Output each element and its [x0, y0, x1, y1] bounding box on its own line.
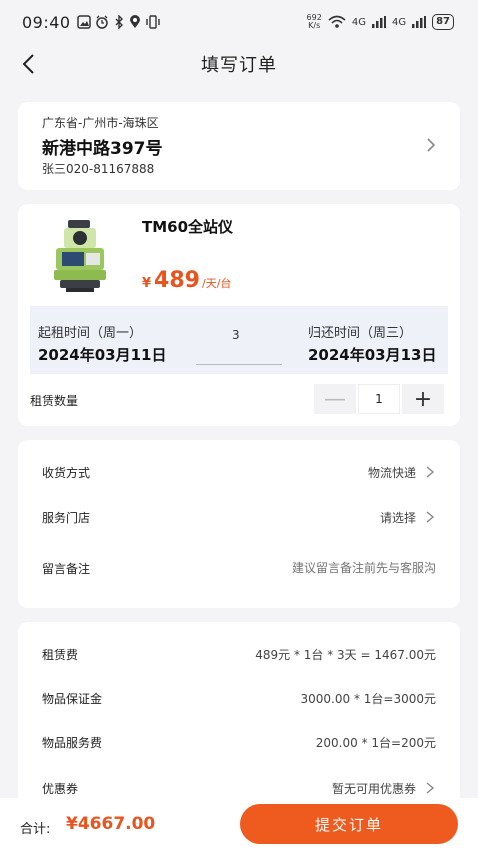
- status-left: 09:40: [22, 13, 161, 32]
- signal-icon: [371, 16, 386, 28]
- total-label: 合计:: [20, 822, 51, 837]
- signal-icon-2: [412, 16, 427, 28]
- note-input[interactable]: [236, 561, 436, 575]
- chevron-left-icon: [22, 54, 34, 74]
- vibrate-icon: [145, 15, 160, 29]
- service-fee-label: 物品服务费: [42, 735, 103, 750]
- rental-date-panel: 起租时间（周一） 2024年03月11日 3 归还时间（周三） 2024年03月…: [30, 306, 448, 374]
- bluetooth-icon: [115, 15, 123, 29]
- price-value: 489: [154, 268, 200, 293]
- delivery-label: 收货方式: [42, 465, 91, 480]
- price-row: ¥ 489 /天/台: [142, 268, 231, 293]
- rent-fee-row: 租赁费 489元 * 1台 * 3天 = 1467.00元: [42, 642, 436, 666]
- coupon-value: 暂无可用优惠券: [331, 781, 416, 796]
- rental-days: 3: [232, 328, 240, 342]
- service-fee-value: 200.00 * 1台=200元: [315, 735, 436, 750]
- options-card: 收货方式 物流快递 服务门店 请选择 留言备注: [18, 440, 460, 608]
- chevron-right-icon: [426, 782, 435, 794]
- delivery-row[interactable]: 收货方式 物流快递: [42, 460, 436, 484]
- days-divider: [196, 364, 282, 365]
- coupon-row[interactable]: 优惠券 暂无可用优惠券: [42, 776, 436, 800]
- delivery-value-wrap: 物流快递: [368, 464, 436, 481]
- chevron-right-icon: [426, 466, 435, 478]
- price-symbol: ¥: [142, 276, 152, 291]
- address-contact: 张三020-81167888: [42, 162, 155, 176]
- end-date-label: 归还时间（周三）: [308, 326, 413, 341]
- store-label: 服务门店: [42, 510, 91, 525]
- address-card[interactable]: 广东省-广州市-海珠区 新港中路397号 张三020-81167888: [18, 102, 460, 190]
- chevron-right-icon: [426, 511, 435, 523]
- location-icon: [129, 15, 140, 28]
- status-bar: 09:40 692 K/s 4G 4G 87: [0, 0, 478, 44]
- quantity-stepper: — 1 +: [314, 384, 444, 414]
- store-value: 请选择: [379, 510, 416, 525]
- signal-4g-2: 4G: [391, 16, 407, 28]
- submit-order-button[interactable]: 提交订单: [240, 804, 458, 844]
- coupon-label: 优惠券: [42, 781, 79, 796]
- note-label: 留言备注: [42, 561, 91, 576]
- coupon-value-wrap: 暂无可用优惠券: [332, 780, 436, 797]
- product-name: TM60全站仪: [142, 218, 234, 236]
- increase-button[interactable]: +: [402, 384, 444, 414]
- price-unit: /天/台: [201, 277, 232, 290]
- delivery-value: 物流快递: [367, 465, 416, 480]
- address-region: 广东省-广州市-海珠区: [42, 116, 159, 130]
- chevron-right-icon: [427, 138, 436, 152]
- service-fee-row: 物品服务费 200.00 * 1台=200元: [42, 730, 436, 754]
- end-date-value[interactable]: 2024年03月13日: [308, 344, 437, 365]
- decrease-button[interactable]: —: [314, 384, 356, 414]
- rent-fee-value: 489元 * 1台 * 3天 = 1467.00元: [255, 647, 436, 662]
- wifi-icon: [328, 15, 346, 28]
- page-title: 填写订单: [201, 55, 277, 76]
- fees-card: 租赁费 489元 * 1台 * 3天 = 1467.00元 物品保证金 3000…: [18, 622, 460, 812]
- total-station-image: [54, 220, 106, 292]
- back-button[interactable]: [14, 50, 42, 78]
- status-icons: [76, 15, 161, 29]
- start-date-value[interactable]: 2024年03月11日: [38, 344, 167, 365]
- note-row: 留言备注: [42, 556, 436, 580]
- deposit-row: 物品保证金 3000.00 * 1台=3000元: [42, 686, 436, 710]
- nav-bar: 填写订单: [0, 44, 478, 84]
- alarm-icon: [95, 15, 108, 29]
- quantity-value[interactable]: 1: [358, 384, 400, 414]
- status-right: 692 K/s 4G 4G 87: [307, 14, 454, 30]
- image-icon: [76, 15, 91, 29]
- store-value-wrap: 请选择: [380, 509, 436, 526]
- rent-fee-label: 租赁费: [42, 647, 79, 662]
- signal-4g-1: 4G: [351, 16, 366, 28]
- net-speed: 692 K/s: [306, 13, 322, 30]
- bottom-bar: 合计: ¥4667.00 提交订单: [0, 798, 478, 850]
- store-row[interactable]: 服务门店 请选择: [42, 505, 436, 529]
- total-value: ¥4667.00: [66, 814, 156, 834]
- product-card: TM60全站仪 ¥ 489 /天/台 起租时间（周一） 2024年03月11日 …: [18, 204, 460, 426]
- address-street: 新港中路397号: [42, 139, 163, 159]
- deposit-label: 物品保证金: [42, 691, 103, 706]
- status-time: 09:40: [22, 12, 71, 32]
- quantity-label: 租赁数量: [30, 394, 79, 408]
- start-date-label: 起租时间（周一）: [38, 326, 143, 341]
- battery-indicator: 87: [432, 14, 454, 30]
- deposit-value: 3000.00 * 1台=3000元: [300, 691, 436, 706]
